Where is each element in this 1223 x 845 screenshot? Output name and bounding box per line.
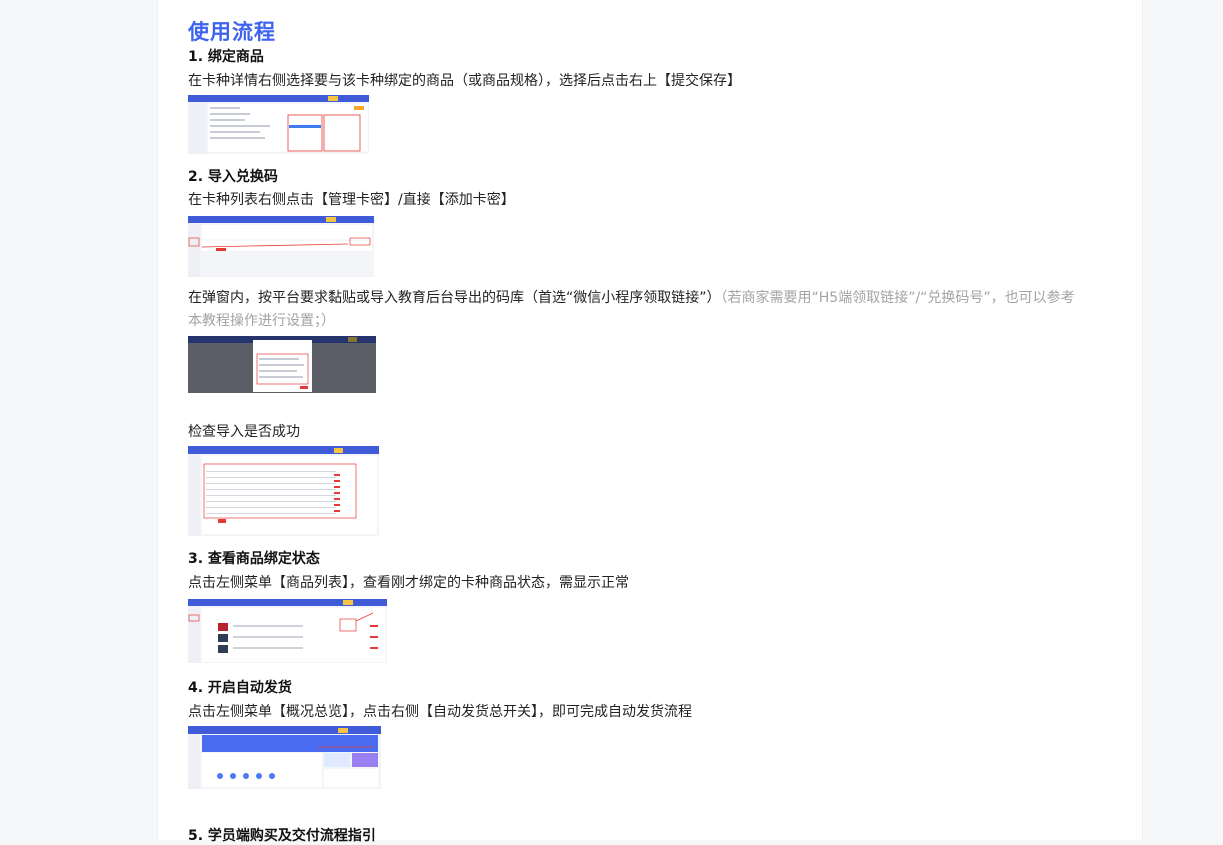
- card-list-screenshot[interactable]: [188, 216, 374, 277]
- page-title: 使用流程: [188, 20, 276, 44]
- step-4-text: 点击左侧菜单【概况总览】，点击右侧【自动发货总开关】，即可完成自动发货流程: [188, 704, 692, 720]
- step-1-text: 在卡种详情右侧选择要与该卡种绑定的商品（或商品规格），选择后点击右上【提交保存】: [188, 73, 741, 89]
- step-5-heading: 5. 学员端购买及交付流程指引: [188, 828, 376, 844]
- step-2-text: 在卡种列表右侧点击【管理卡密】/直接【添加卡密】: [188, 192, 515, 208]
- import-check-screenshot[interactable]: [188, 446, 379, 536]
- step-2-text3: 检查导入是否成功: [188, 424, 300, 440]
- step-3-text: 点击左侧菜单【商品列表】，查看刚才绑定的卡种商品状态，需显示正常: [188, 575, 629, 591]
- step-2-text2: 在弹窗内，按平台要求黏贴或导入教育后台导出的码库（首选“微信小程序领取链接”）（…: [188, 287, 1078, 333]
- bind-product-screenshot[interactable]: [188, 95, 369, 154]
- import-dialog-screenshot[interactable]: [188, 336, 376, 393]
- step-1-heading: 1. 绑定商品: [188, 49, 264, 65]
- step-3-heading: 3. 查看商品绑定状态: [188, 551, 320, 567]
- overview-screenshot[interactable]: [188, 726, 381, 789]
- step-2-text2-main: 在弹窗内，按平台要求黏贴或导入教育后台导出的码库（首选“微信小程序领取链接”）: [188, 290, 721, 306]
- product-list-screenshot[interactable]: [188, 599, 387, 663]
- step-2-heading: 2. 导入兑换码: [188, 169, 278, 185]
- step-4-heading: 4. 开启自动发货: [188, 680, 292, 696]
- article-page: 使用流程 1. 绑定商品 在卡种详情右侧选择要与该卡种绑定的商品（或商品规格），…: [157, 0, 1143, 844]
